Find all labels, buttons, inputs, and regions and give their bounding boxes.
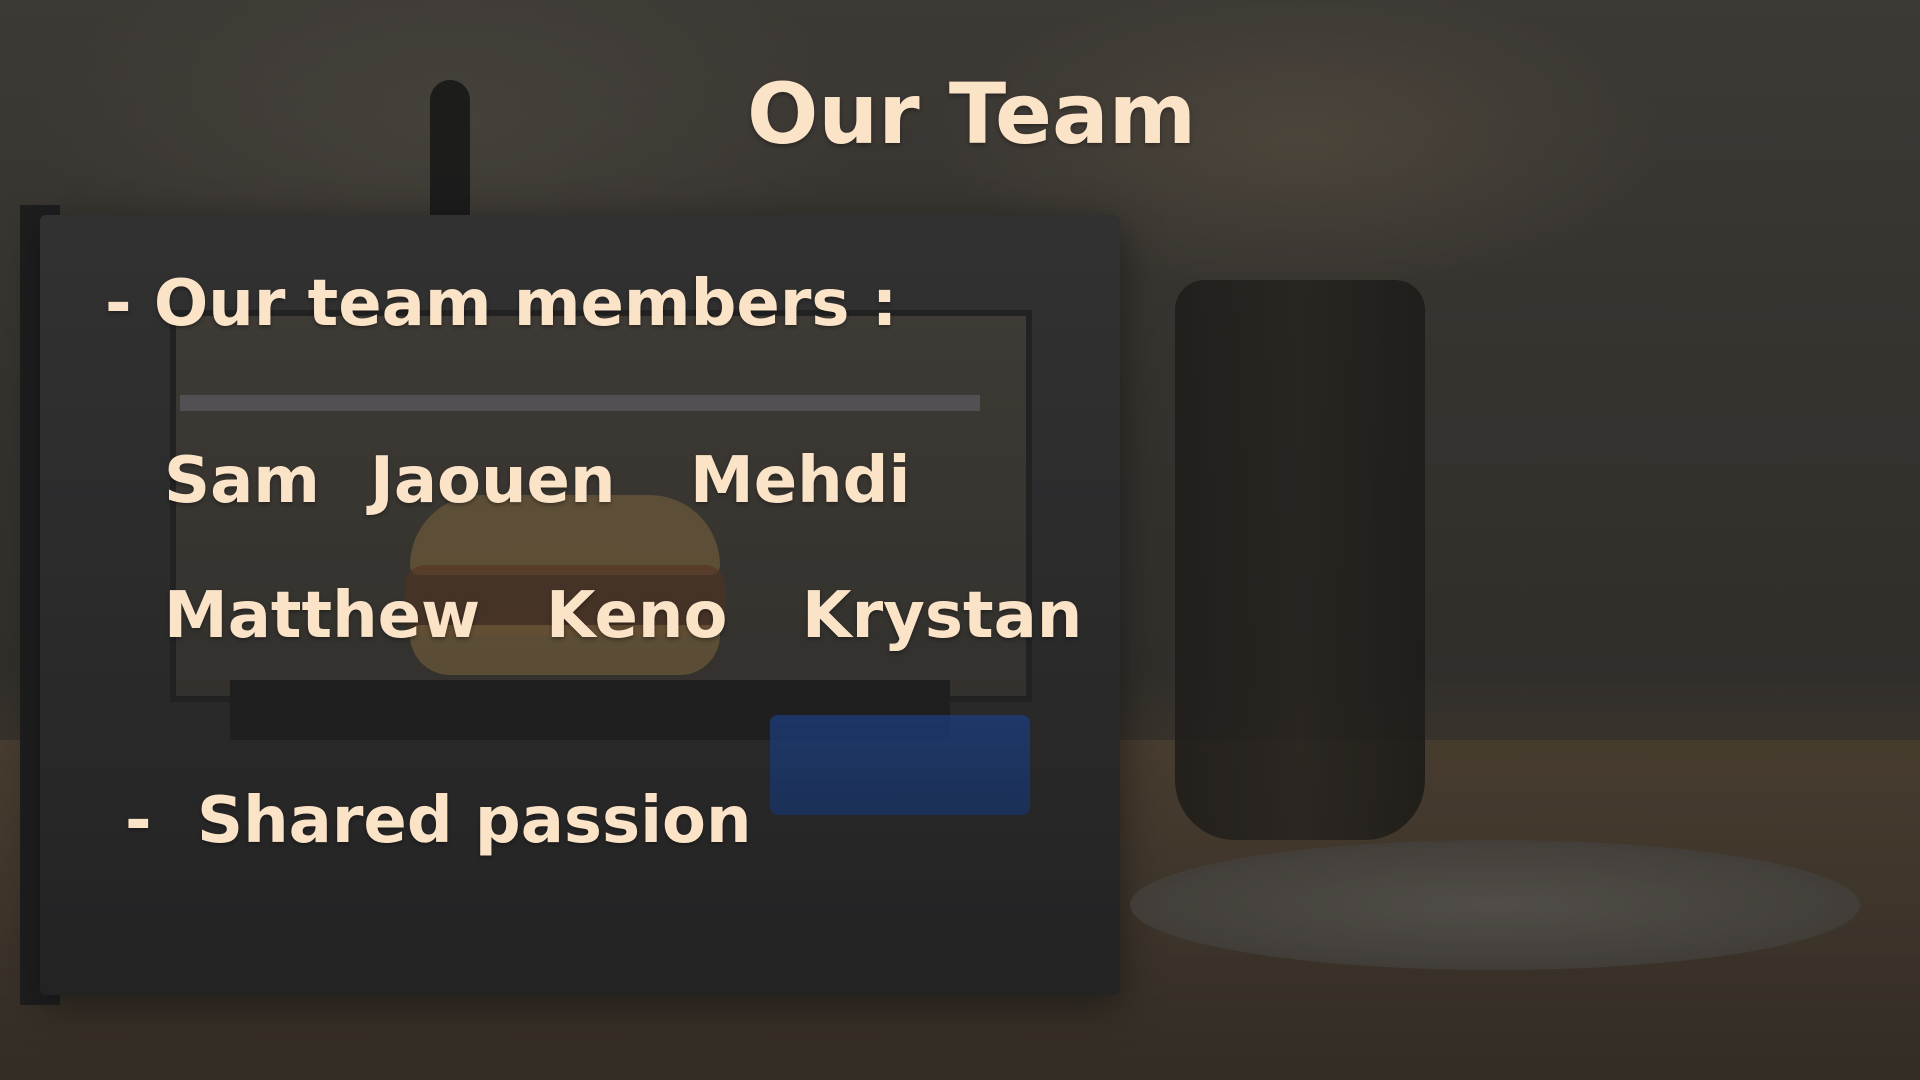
member-name: Sam xyxy=(164,444,320,518)
background-printer-rod xyxy=(430,80,470,220)
member-name: Matthew xyxy=(164,579,481,653)
background-plate xyxy=(1130,840,1860,970)
background-printer-rail xyxy=(180,395,980,411)
passion-bullet-text: Shared passion xyxy=(197,784,752,858)
slide: Our Team - Our team members : Sam Jaouen… xyxy=(0,0,1920,1080)
member-name: Keno xyxy=(546,579,728,653)
background-printer-frame xyxy=(20,205,60,1005)
slide-title: Our Team xyxy=(747,65,1197,163)
passion-bullet: - Shared passion xyxy=(125,783,752,859)
bullet-marker: - xyxy=(125,784,152,858)
background-glass xyxy=(1175,280,1425,840)
member-name: Jaouen xyxy=(370,444,616,518)
member-name: Mehdi xyxy=(690,444,911,518)
background-printer-panel xyxy=(770,715,1030,815)
member-name: Krystan xyxy=(802,579,1083,653)
members-bullet: - Our team members : xyxy=(105,267,898,341)
background-printer-bed xyxy=(230,680,950,740)
